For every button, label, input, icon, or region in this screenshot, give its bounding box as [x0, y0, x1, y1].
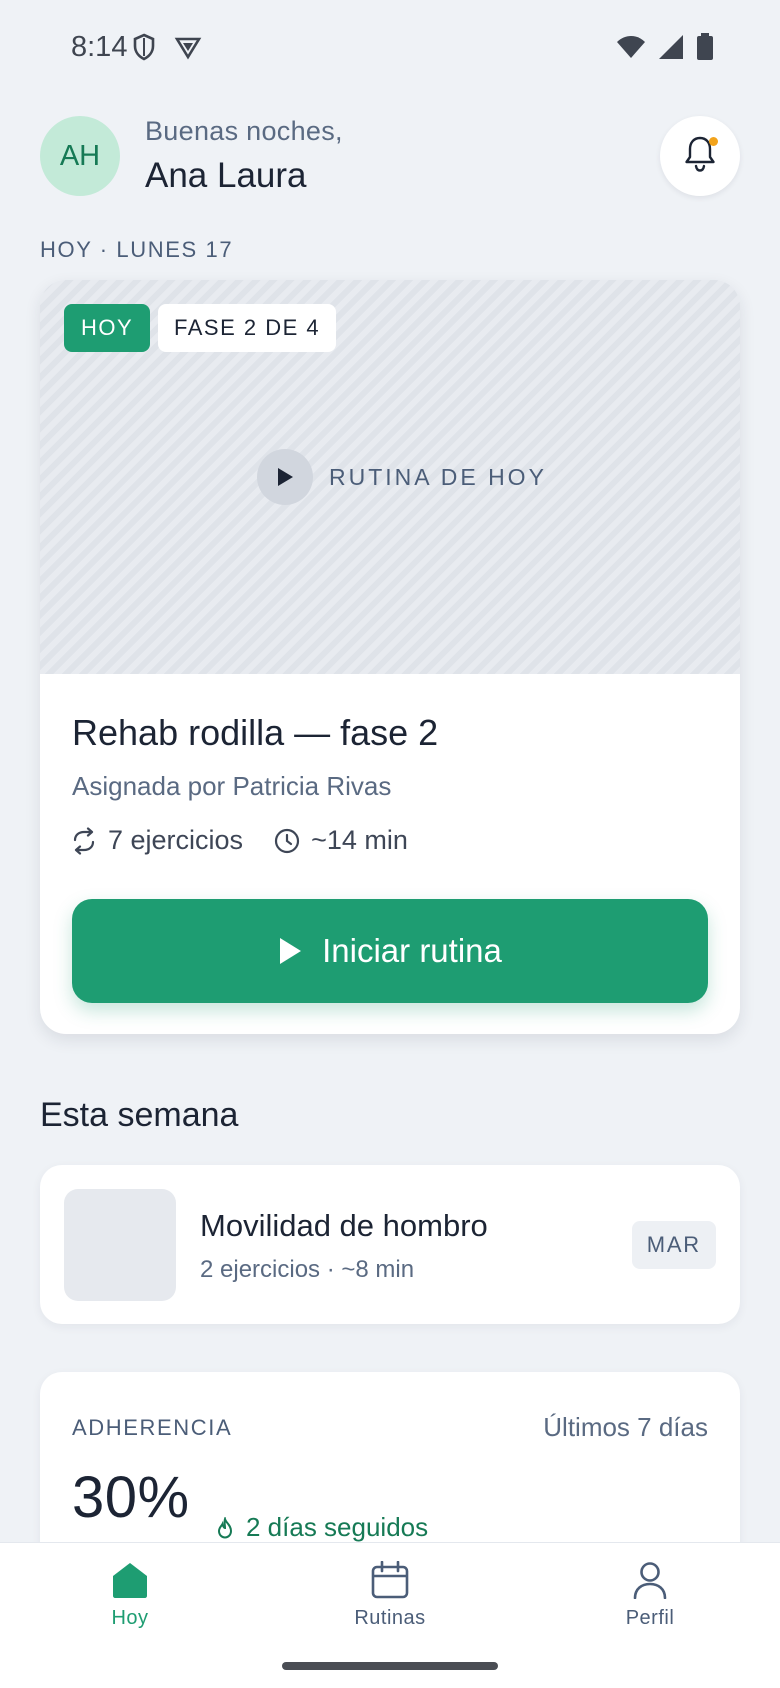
- repeat-icon: [73, 826, 95, 855]
- adherence-label: ADHERENCIA: [72, 1415, 233, 1440]
- greeting-text: Buenas noches,: [145, 116, 343, 146]
- routine-duration: ~14 min: [273, 825, 408, 856]
- nav-item-hoy[interactable]: Hoy: [50, 1561, 210, 1630]
- play-icon: [280, 938, 302, 964]
- play-icon: [278, 468, 293, 486]
- flame-icon: [217, 1516, 233, 1539]
- streak-info: 2 días seguidos: [216, 1512, 428, 1543]
- status-right-icons: [616, 33, 714, 66]
- home-indicator[interactable]: [282, 1662, 498, 1670]
- clock-icon: [274, 828, 300, 853]
- nav-label-rutinas: Rutinas: [354, 1607, 426, 1629]
- wifi-icon: [616, 34, 646, 65]
- nav-item-perfil[interactable]: Perfil: [570, 1561, 730, 1630]
- user-name: Ana Laura: [145, 156, 307, 195]
- week-routine-title: Movilidad de hombro: [200, 1208, 488, 1243]
- media-play-button[interactable]: [257, 449, 313, 505]
- adherence-value: 30%: [72, 1465, 190, 1530]
- media-caption: RUTINA DE HOY: [329, 464, 547, 490]
- bottom-nav: Hoy Rutinas Perfil: [0, 1542, 780, 1688]
- status-left-icons: [132, 33, 202, 66]
- user-icon: [633, 1562, 667, 1599]
- app-screen: 8:14 AH Buenas noches, Ana Laura HOY · L…: [0, 0, 780, 1688]
- today-routine-card[interactable]: HOY FASE 2 DE 4 RUTINA DE HOY Rehab rodi…: [40, 280, 740, 1034]
- notifications-button[interactable]: [660, 116, 740, 196]
- exercise-count-text: 7 ejercicios: [108, 825, 244, 855]
- streak-text: 2 días seguidos: [246, 1512, 429, 1542]
- exercise-count: 7 ejercicios: [70, 825, 243, 856]
- week-routine-day-badge: MAR: [631, 1221, 716, 1269]
- start-routine-button[interactable]: Iniciar rutina: [72, 899, 708, 1003]
- status-bar: 8:14: [0, 0, 780, 96]
- adherence-range: Últimos 7 días: [543, 1412, 708, 1442]
- phase-badge: FASE 2 DE 4: [158, 304, 337, 352]
- start-routine-label: Iniciar rutina: [322, 932, 502, 969]
- routine-media[interactable]: HOY FASE 2 DE 4 RUTINA DE HOY: [40, 280, 740, 674]
- duration-text: ~14 min: [311, 825, 408, 855]
- routine-title: Rehab rodilla — fase 2: [72, 712, 439, 753]
- routine-meta: 7 ejercicios ~14 min: [70, 825, 438, 856]
- today-badge: HOY: [64, 304, 151, 352]
- date-label: HOY · LUNES 17: [40, 237, 234, 262]
- battery-icon: [696, 33, 714, 66]
- week-routine-item[interactable]: Movilidad de hombro 2 ejercicios · ~8 mi…: [40, 1165, 740, 1324]
- this-week-title: Esta semana: [40, 1096, 239, 1134]
- nav-label-hoy: Hoy: [111, 1607, 149, 1629]
- vpn-icon: [174, 34, 202, 65]
- home-icon: [113, 1563, 147, 1598]
- notification-dot: [709, 137, 718, 146]
- week-routine-subtitle: 2 ejercicios · ~8 min: [200, 1256, 415, 1283]
- avatar[interactable]: AH: [40, 116, 120, 196]
- status-time: 8:14: [71, 31, 128, 63]
- shield-icon: [132, 33, 156, 66]
- cell-signal-icon: [658, 34, 684, 65]
- nav-item-rutinas[interactable]: Rutinas: [310, 1561, 470, 1630]
- nav-label-perfil: Perfil: [625, 1607, 675, 1629]
- calendar-icon: [371, 1561, 409, 1599]
- routine-assigned-by: Asignada por Patricia Rivas: [72, 771, 392, 801]
- routine-thumbnail: [64, 1189, 176, 1301]
